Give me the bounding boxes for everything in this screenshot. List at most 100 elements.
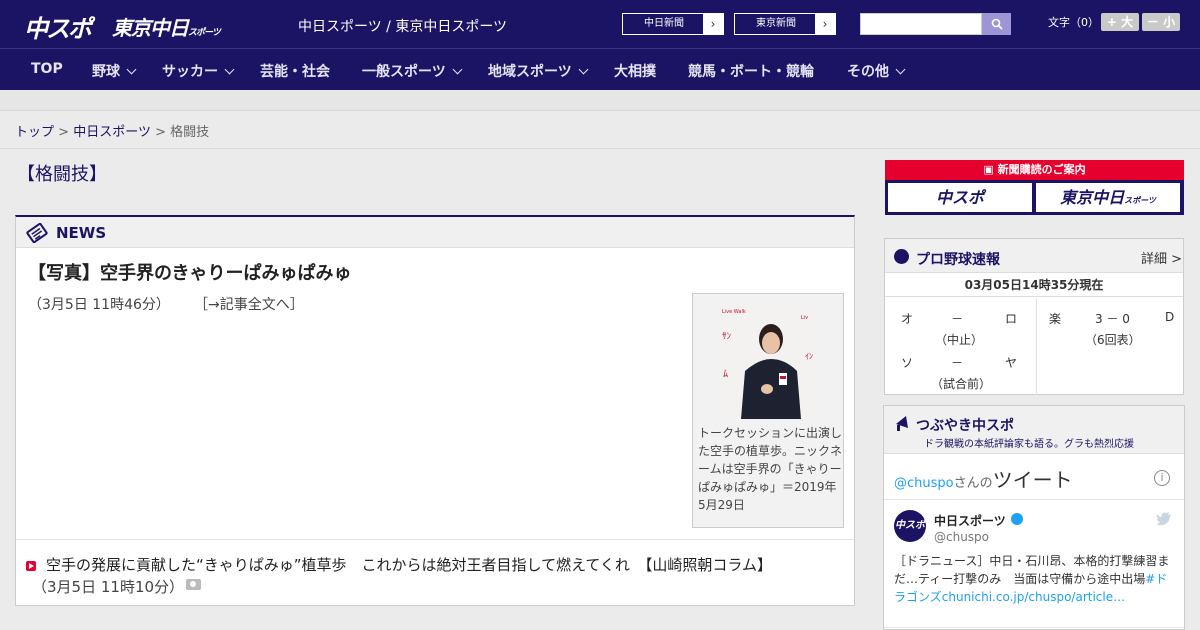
tweet-author-handle[interactable]: @chuspo <box>934 530 989 544</box>
tokyo-shimbun-link[interactable]: 東京新聞 › <box>734 13 836 35</box>
nav-item-racing[interactable]: 競馬・ボート・競輪 <box>688 61 814 81</box>
scores-header: プロ野球速報 詳細 > <box>885 239 1183 273</box>
nav-item-label: その他 <box>847 64 889 80</box>
game-score: 3 － 0 <box>1095 312 1130 326</box>
svg-text:ｲﾝ: ｲﾝ <box>805 352 813 361</box>
nav-item-label: TOP <box>31 61 63 77</box>
game-status: （試合前） <box>931 377 992 391</box>
font-smaller-button[interactable]: － 小 <box>1142 13 1180 31</box>
tweet-article-link[interactable]: chunichi.co.jp/chuspo/article… <box>942 590 1125 604</box>
baseball-scores-panel: プロ野球速報 詳細 > 03月05日14時35分現在 オ － ロ （中止） ソ … <box>884 238 1184 395</box>
article-photo[interactable]: Live Walk ｻﾝ ﾑ Liv ｲﾝ <box>719 299 819 419</box>
team-away: D <box>1165 310 1175 324</box>
tweets-title: @chuspoさんのツイート <box>894 464 1073 493</box>
game-score: － <box>951 356 964 370</box>
nav-item-soccer[interactable]: サッカー <box>162 61 235 81</box>
newspaper-icon: ▣ <box>983 163 998 176</box>
svg-text:ﾑ: ﾑ <box>723 369 728 380</box>
promo-heading: ▣ 新聞購読のご案内 <box>885 160 1184 180</box>
page-title: 【格闘技】 <box>17 164 107 185</box>
nav-item-label: 野球 <box>92 64 120 80</box>
nav-item-label: 芸能・社会 <box>260 64 330 80</box>
newspaper-icon <box>26 223 48 243</box>
nav-item-label: 大相撲 <box>614 64 656 80</box>
karate-athlete-photo: Live Walk ｻﾝ ﾑ Liv ｲﾝ <box>719 299 819 419</box>
chevron-down-icon <box>224 64 235 75</box>
team-home: ソ <box>901 356 914 370</box>
tokyo-logo-text: 東京中日 <box>112 16 189 40</box>
breadcrumb: トップ > 中日スポーツ > 格闘技 <box>15 121 209 140</box>
breadcrumb-separator: > <box>58 125 70 140</box>
nav-item-label: 一般スポーツ <box>362 64 446 80</box>
twitter-handle-link[interactable]: @chuspo <box>894 476 954 491</box>
news-panel: NEWS 【写真】空手界のきゃりーぱみゅぱみゅ （3月5日 11時46分） ［→… <box>15 215 855 606</box>
divider <box>0 148 1200 149</box>
main-article-date: （3月5日 11時46分） <box>28 297 170 313</box>
nav-item-general-sports[interactable]: 一般スポーツ <box>362 61 463 81</box>
breadcrumb-current: 格闘技 <box>170 125 210 140</box>
tweets-subheading: ドラ観戦の本紙評論家も語る。グラも熱烈応援 <box>924 439 1134 450</box>
chunichi-shimbun-link[interactable]: 中日新聞 › <box>622 13 724 35</box>
nav-item-label: サッカー <box>162 64 218 80</box>
nav-item-other[interactable]: その他 <box>847 61 906 81</box>
nav-item-entertainment[interactable]: 芸能・社会 <box>260 61 330 81</box>
baseball-icon <box>894 249 909 264</box>
main-article-title[interactable]: 【写真】空手界のきゃりーぱみゅぱみゅ <box>28 259 351 285</box>
read-full-article-link[interactable]: ［→記事全文へ］ <box>194 294 304 314</box>
game-status: （6回表） <box>1085 333 1141 347</box>
avatar[interactable]: 中スポ <box>894 510 926 542</box>
chevron-down-icon <box>578 64 589 75</box>
promo-tokyo-suffix: スポーツ <box>1124 196 1156 205</box>
font-larger-button[interactable]: + 大 <box>1101 13 1139 31</box>
subscription-promo: ▣ 新聞購読のご案内 中スポ 東京中日スポーツ <box>885 160 1184 215</box>
search-input[interactable] <box>860 13 982 35</box>
breadcrumb-chunichi-sports[interactable]: 中日スポーツ <box>73 125 151 140</box>
chevron-down-icon <box>126 64 137 75</box>
nav-item-top[interactable]: TOP <box>31 61 63 77</box>
tweet-text: ［ドラニュース］中日・石川昂、本格的打撃練習まだ…ティー打撃のみ 当面は守備から… <box>894 552 1179 606</box>
divider <box>16 539 854 540</box>
search-button[interactable] <box>982 13 1011 35</box>
chuspo-subscribe-button[interactable]: 中スポ <box>888 183 1032 212</box>
tokyo-logo-suffix: スポーツ <box>188 28 221 38</box>
top-header: 中スポ 東京中日スポーツ 中日スポーツ / 東京中日スポーツ 中日新聞 › 東京… <box>0 0 1200 48</box>
tweets-heading: つぶやき中スポ <box>916 418 1014 434</box>
nav-item-sumo[interactable]: 大相撲 <box>614 61 656 81</box>
breadcrumb-top[interactable]: トップ <box>15 125 54 140</box>
team-home: オ <box>901 312 914 326</box>
photo-caption: トークセッションに出演した空手の植草歩。ニックネームは空手界の「きゃりーぱみゅぱ… <box>698 426 843 512</box>
scores-details-link[interactable]: 詳細 > <box>1141 248 1182 267</box>
chunichi-shimbun-label: 中日新聞 <box>644 18 684 29</box>
chuspo-logo[interactable]: 中スポ <box>24 9 92 44</box>
handle-suffix: さんの <box>953 476 993 491</box>
site-title: 中日スポーツ / 東京中日スポーツ <box>298 19 508 35</box>
promo-heading-text: 新聞購読のご案内 <box>997 163 1086 176</box>
sub-band <box>0 90 1200 111</box>
tokyo-chunichi-logo[interactable]: 東京中日スポーツ <box>112 12 221 41</box>
search-icon <box>991 18 1003 30</box>
scores-grid: オ － ロ （中止） ソ － ヤ （試合前） 楽 3 － 0 D （6回表） <box>885 298 1183 395</box>
font-size-label: 文字（0） <box>1048 16 1099 29</box>
main-nav: TOP 野球 サッカー 芸能・社会 一般スポーツ 地域スポーツ 大相撲 競馬・ボ… <box>0 48 1200 90</box>
nav-item-regional-sports[interactable]: 地域スポーツ <box>488 61 589 81</box>
tweets-panel: つぶやき中スポ ドラ観戦の本紙評論家も語る。グラも熱烈応援 @chuspoさんの… <box>883 405 1185 630</box>
team-away: ロ <box>1005 312 1018 326</box>
scores-heading: プロ野球速報 <box>916 252 1000 268</box>
sub-article-date: （3月5日 11時10分） <box>32 578 185 596</box>
tweet-author-name[interactable]: 中日スポーツ <box>934 512 1006 529</box>
chevron-right-icon: › <box>703 14 723 34</box>
sub-article-title[interactable]: 空手の発展に貢献した“きゃりぱみゅ”植草歩 これからは絶対王者目指して燃えてくれ… <box>46 554 772 575</box>
tokyo-chunichi-subscribe-button[interactable]: 東京中日スポーツ <box>1036 183 1180 212</box>
nav-item-baseball[interactable]: 野球 <box>92 61 137 81</box>
tweets-title-text: ツイート <box>992 468 1073 492</box>
megaphone-icon <box>896 416 908 431</box>
tweet-body: ［ドラニュース］中日・石川昂、本格的打撃練習まだ…ティー打撃のみ 当面は守備から… <box>894 554 1170 586</box>
info-icon[interactable]: i <box>1154 470 1170 486</box>
article-photo-box: Live Walk ｻﾝ ﾑ Liv ｲﾝ トークセッションに出演した空手の植草… <box>692 293 844 528</box>
divider <box>884 499 1184 500</box>
game-score: － <box>951 312 964 326</box>
team-away: ヤ <box>1005 356 1018 370</box>
twitter-bird-icon[interactable] <box>1156 512 1172 526</box>
chevron-down-icon <box>452 64 463 75</box>
video-play-icon <box>26 561 36 571</box>
